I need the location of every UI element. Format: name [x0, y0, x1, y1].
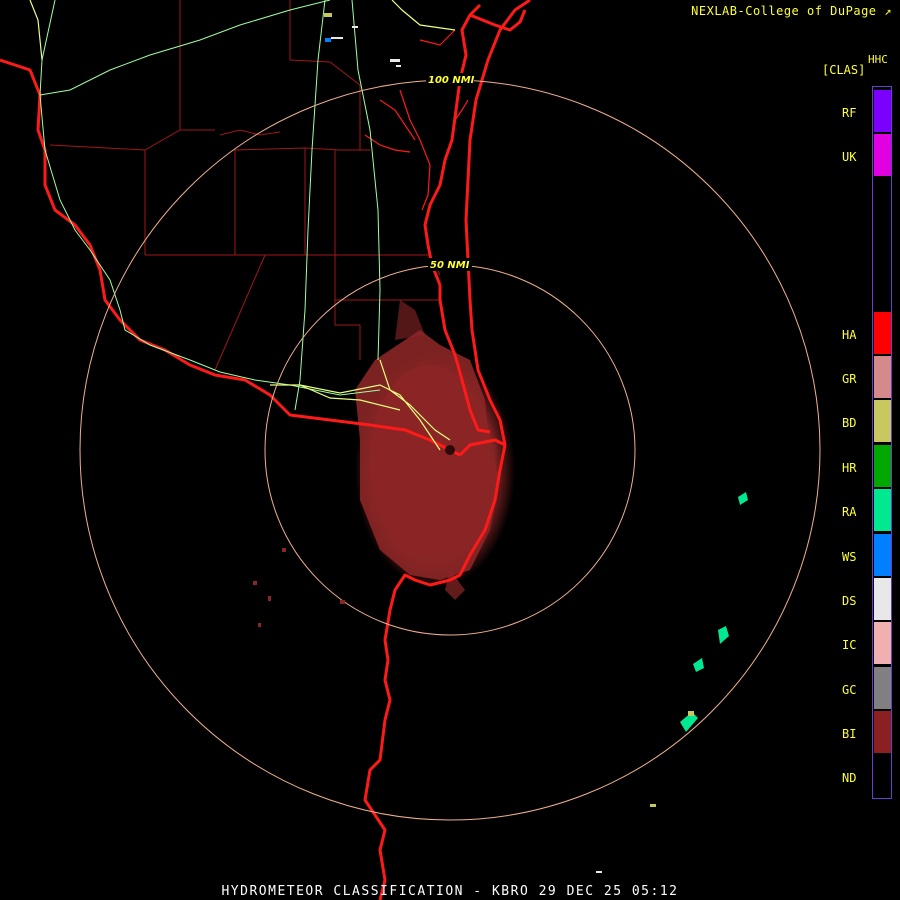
- credit-text: NEXLAB-College of DuPage: [691, 4, 877, 18]
- legend-label-nd: ND: [842, 771, 857, 785]
- county-lines: [49, 0, 441, 371]
- legend-swatch-gr: [874, 356, 891, 398]
- legend-label-rf: RF: [842, 106, 857, 120]
- product-code: HHC: [868, 53, 888, 66]
- legend-label-ds: DS: [842, 594, 857, 608]
- external-link-icon: ↗: [884, 4, 892, 18]
- credit-label[interactable]: NEXLAB-College of DuPage ↗: [691, 4, 892, 18]
- product-title: HYDROMETEOR CLASSIFICATION - KBRO 29 DEC…: [221, 884, 679, 899]
- legend-swatch-ws: [874, 534, 891, 576]
- legend-label-bi: BI: [842, 727, 857, 741]
- legend-swatch-rf: [874, 90, 891, 132]
- legend-swatch-gc: [874, 667, 891, 709]
- ring-label-50: 50 NMI: [430, 260, 470, 271]
- legend-label-hr: HR: [842, 461, 857, 475]
- legend-swatch-hr: [874, 445, 891, 487]
- legend-label-gc: GC: [842, 683, 857, 697]
- product-abbr: [CLAS]: [822, 63, 866, 77]
- inner-coast-detail: [364, 29, 469, 211]
- legend-swatch-ha: [874, 312, 891, 354]
- legend-swatch-bd: [874, 400, 891, 442]
- legend-label-ic: IC: [842, 638, 857, 652]
- legend-swatch-ds: [874, 578, 891, 620]
- radar-site-marker: [445, 445, 455, 455]
- legend-swatch-ra: [874, 489, 891, 531]
- legend-swatch-uk: [874, 134, 891, 176]
- legend-label-ra: RA: [842, 505, 857, 519]
- legend-label-gr: GR: [842, 372, 857, 386]
- legend-label-uk: UK: [842, 150, 857, 164]
- legend-label-bd: BD: [842, 416, 857, 430]
- biological-echo: [355, 300, 515, 600]
- legend-swatch-bi: [874, 711, 891, 753]
- ring-label-100: 100 NMI: [428, 75, 475, 86]
- legend-swatch-ic: [874, 622, 891, 664]
- legend-label-ha: HA: [842, 328, 857, 342]
- radar-map[interactable]: 50 NMI 100 NMI: [0, 0, 900, 900]
- legend-label-ws: WS: [842, 550, 857, 564]
- legend-swatch-nd: [874, 755, 891, 797]
- color-legend: [872, 86, 892, 799]
